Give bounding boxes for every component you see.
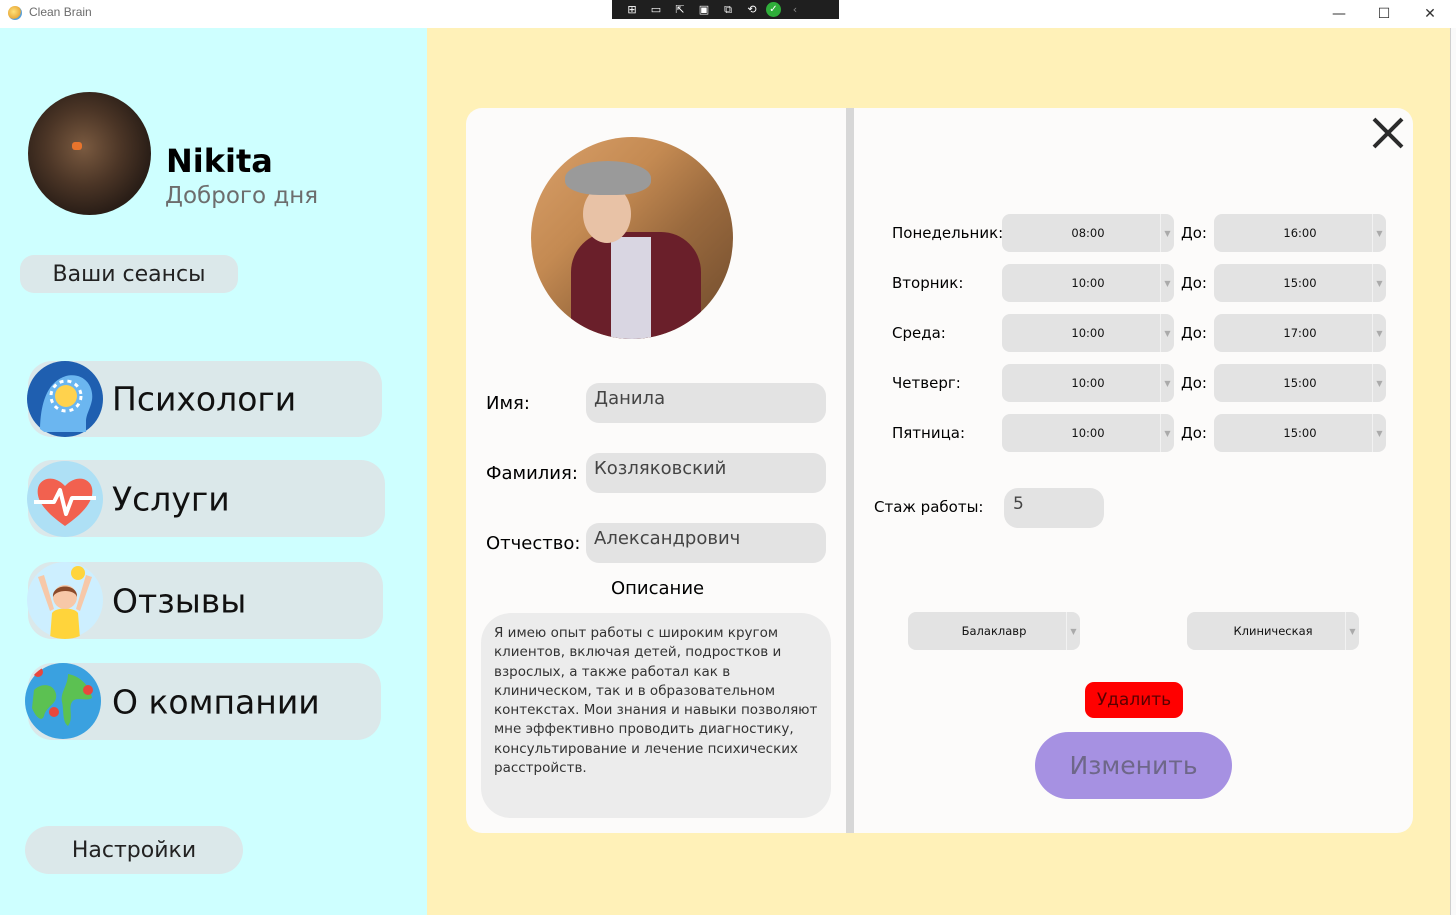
nav-label: О компании [112, 682, 320, 721]
happy-person-icon [27, 562, 103, 639]
window-title: Clean Brain [29, 5, 92, 19]
debug-toolbar: ⊞ ▭ ⇱ ▣ ⧉ ⟲ ✓ ‹ [612, 0, 839, 19]
heart-pulse-icon [27, 461, 103, 537]
record-icon[interactable]: ▭ [646, 2, 666, 17]
tuesday-to-select[interactable]: 15:00 ▼ [1214, 264, 1386, 302]
select-value: 15:00 [1283, 376, 1317, 390]
sessions-button[interactable]: Ваши сеансы [20, 255, 238, 293]
greeting: Доброго дня [165, 183, 319, 209]
chevron-down-icon: ▼ [1372, 414, 1386, 452]
monday-from-select[interactable]: 08:00 ▼ [1002, 214, 1174, 252]
nav-label: Услуги [112, 479, 230, 518]
select-value: 10:00 [1071, 426, 1105, 440]
tuesday-from-select[interactable]: 10:00 ▼ [1002, 264, 1174, 302]
chevron-down-icon: ▼ [1372, 364, 1386, 402]
monday-to-select[interactable]: 16:00 ▼ [1214, 214, 1386, 252]
select-value: 10:00 [1071, 326, 1105, 340]
description-title: Описание [611, 578, 705, 599]
select-value: 10:00 [1071, 276, 1105, 290]
wednesday-from-select[interactable]: 10:00 ▼ [1002, 314, 1174, 352]
name-label: Имя: [486, 393, 530, 414]
experience-field[interactable]: 5 [1004, 488, 1104, 528]
chevron-down-icon: ▼ [1372, 264, 1386, 302]
chevron-down-icon: ▼ [1066, 612, 1080, 650]
user-name: Nikita [166, 142, 273, 180]
surname-label: Фамилия: [486, 463, 578, 484]
select-value: 08:00 [1071, 226, 1105, 240]
close-window-button[interactable]: ✕ [1407, 0, 1453, 28]
friday-from-select[interactable]: 10:00 ▼ [1002, 414, 1174, 452]
specialization-select[interactable]: Клиническая ▼ [1187, 612, 1359, 650]
degree-select[interactable]: Балаклавр ▼ [908, 612, 1080, 650]
day-label-thursday: Четверг: [892, 374, 961, 392]
edit-button[interactable]: Изменить [1035, 732, 1232, 799]
name-field[interactable]: Данила [586, 383, 826, 423]
nav-label: Отзывы [112, 581, 247, 620]
chevron-down-icon: ▼ [1345, 612, 1359, 650]
chevron-down-icon: ▼ [1160, 264, 1174, 302]
chevron-down-icon: ▼ [1160, 214, 1174, 252]
hot-reload-icon[interactable]: ⟲ [742, 2, 762, 17]
track-focus-icon[interactable]: ⧉ [718, 2, 738, 17]
select-value: Балаклавр [961, 624, 1027, 638]
collapse-chevron-icon[interactable]: ‹ [785, 2, 805, 17]
patronymic-label: Отчество: [486, 533, 581, 554]
maximize-button[interactable]: ☐ [1361, 0, 1407, 28]
live-tree-icon[interactable]: ⊞ [622, 2, 642, 17]
day-label-tuesday: Вторник: [892, 274, 964, 292]
select-value: Клиническая [1233, 624, 1313, 638]
close-icon[interactable] [1369, 114, 1407, 152]
select-value: 15:00 [1283, 426, 1317, 440]
app-logo-icon [8, 6, 22, 20]
day-label-friday: Пятница: [892, 424, 966, 442]
friday-to-select[interactable]: 15:00 ▼ [1214, 414, 1386, 452]
to-label: До: [1181, 274, 1207, 292]
select-value: 10:00 [1071, 376, 1105, 390]
select-value: 15:00 [1283, 276, 1317, 290]
avatar [28, 92, 151, 215]
to-label: До: [1181, 374, 1207, 392]
settings-button[interactable]: Настройки [25, 826, 243, 874]
to-label: До: [1181, 424, 1207, 442]
delete-button[interactable]: Удалить [1085, 682, 1183, 718]
wednesday-to-select[interactable]: 17:00 ▼ [1214, 314, 1386, 352]
window-edge [1450, 28, 1456, 915]
thursday-from-select[interactable]: 10:00 ▼ [1002, 364, 1174, 402]
experience-label: Стаж работы: [874, 498, 984, 516]
thursday-to-select[interactable]: 15:00 ▼ [1214, 364, 1386, 402]
minimize-button[interactable]: — [1316, 0, 1362, 28]
psychology-head-icon [27, 361, 103, 437]
chevron-down-icon: ▼ [1160, 364, 1174, 402]
select-element-icon[interactable]: ⇱ [670, 2, 690, 17]
checkmark-icon[interactable]: ✓ [766, 2, 781, 17]
select-value: 16:00 [1283, 226, 1317, 240]
chevron-down-icon: ▼ [1160, 414, 1174, 452]
patronymic-field[interactable]: Александрович [586, 523, 826, 563]
day-label-monday: Понедельник: [892, 224, 1004, 242]
layout-adorner-icon[interactable]: ▣ [694, 2, 714, 17]
chevron-down-icon: ▼ [1160, 314, 1174, 352]
psychologist-photo [531, 137, 733, 339]
chevron-down-icon: ▼ [1372, 314, 1386, 352]
chevron-down-icon: ▼ [1372, 214, 1386, 252]
day-label-wednesday: Среда: [892, 324, 946, 342]
title-bar: Clean Brain ⊞ ▭ ⇱ ▣ ⧉ ⟲ ✓ ‹ — ☐ ✕ [0, 0, 1456, 28]
nav-label: Психологи [112, 379, 297, 419]
surname-field[interactable]: Козляковский [586, 453, 826, 493]
to-label: До: [1181, 224, 1207, 242]
card-divider [846, 108, 854, 833]
description-field[interactable]: Я имею опыт работы с широким кругом клие… [481, 613, 831, 818]
globe-pins-icon [25, 663, 101, 739]
select-value: 17:00 [1283, 326, 1317, 340]
to-label: До: [1181, 324, 1207, 342]
